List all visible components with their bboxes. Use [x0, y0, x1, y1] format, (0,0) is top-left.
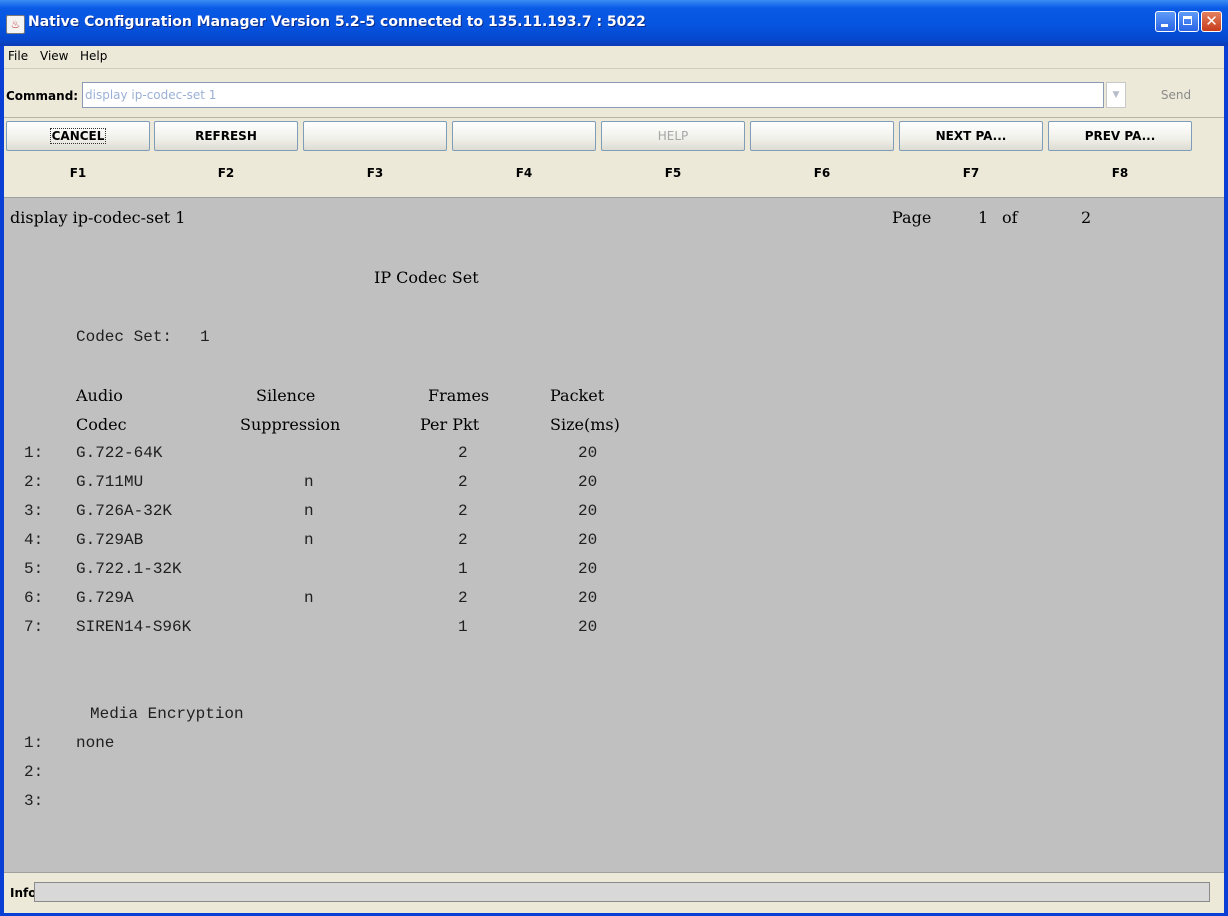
f6-button[interactable] [750, 121, 894, 151]
col-header-per-pkt: Per Pkt [420, 415, 480, 434]
codec-frames: 2 [458, 502, 468, 520]
codec-size: 20 [578, 444, 598, 462]
send-button[interactable]: Send [1130, 82, 1222, 108]
codec-size: 20 [578, 560, 598, 578]
media-encryption-label: Media Encryption [90, 705, 244, 723]
col-header-suppression: Suppression [240, 415, 341, 434]
cancel-button-label: CANCEL [49, 128, 107, 144]
help-button[interactable]: HELP [601, 121, 745, 151]
codec-name: G.726A-32K [76, 502, 173, 520]
window-frame: File View Help Command: display ip-codec… [4, 46, 1224, 913]
codec-frames: 2 [458, 444, 468, 462]
f4-button[interactable] [452, 121, 596, 151]
f6-key-label: F6 [813, 166, 831, 180]
codec-silence: n [304, 589, 314, 607]
codec-frames: 1 [458, 618, 468, 636]
f7-key-label: F7 [962, 166, 980, 180]
codec-size: 20 [578, 618, 598, 636]
codec-name: SIREN14-S96K [76, 618, 192, 636]
minimize-icon [1161, 24, 1168, 27]
maximize-button[interactable] [1178, 11, 1199, 32]
col-header-size: Size(ms) [550, 415, 620, 434]
codec-frames: 2 [458, 531, 468, 549]
f1-key-label: F1 [69, 166, 87, 180]
encryption-row-number: 2: [24, 763, 44, 781]
command-input[interactable]: display ip-codec-set 1 [82, 82, 1104, 108]
command-history-dropdown[interactable]: ▼ [1106, 82, 1126, 108]
command-input-value: display ip-codec-set 1 [85, 88, 217, 102]
minimize-button[interactable] [1155, 11, 1176, 32]
col-header-frames: Frames [428, 386, 490, 405]
command-row: Command: display ip-codec-set 1 ▼ Send [4, 69, 1224, 118]
encryption-value: none [76, 734, 115, 752]
col-header-codec: Codec [76, 415, 127, 434]
codec-size: 20 [578, 589, 598, 607]
f2-key-label: F2 [217, 166, 235, 180]
chevron-down-icon: ▼ [1112, 90, 1120, 100]
function-key-bar: CANCEL REFRESH HELP NEXT PA... PREV PA..… [4, 118, 1224, 196]
title-bar[interactable]: ♨ Native Configuration Manager Version 5… [0, 0, 1228, 46]
encryption-row-number: 1: [24, 734, 44, 752]
codec-name: G.729A [76, 589, 134, 607]
app-window: ♨ Native Configuration Manager Version 5… [0, 0, 1228, 916]
codec-frames: 1 [458, 560, 468, 578]
close-icon: ✕ [1205, 12, 1218, 30]
menu-file[interactable]: File [8, 49, 28, 63]
window-title: Native Configuration Manager Version 5.2… [28, 14, 646, 30]
java-app-icon: ♨ [6, 15, 25, 34]
f3-key-label: F3 [366, 166, 384, 180]
codec-silence: n [304, 473, 314, 491]
codec-frames: 2 [458, 589, 468, 607]
command-label: Command: [6, 89, 79, 103]
codec-row-number: 1: [24, 444, 44, 462]
codec-size: 20 [578, 502, 598, 520]
codec-row-number: 7: [24, 618, 44, 636]
f8-key-label: F8 [1111, 166, 1129, 180]
page-current: 1 [978, 208, 989, 227]
screen-heading: IP Codec Set [374, 268, 479, 287]
cancel-button[interactable]: CANCEL [6, 121, 150, 151]
refresh-button[interactable]: REFRESH [154, 121, 298, 151]
info-field [34, 882, 1210, 902]
codec-row-number: 6: [24, 589, 44, 607]
codec-row-number: 2: [24, 473, 44, 491]
menu-help[interactable]: Help [80, 49, 107, 63]
codec-name: G.722-64K [76, 444, 163, 462]
codec-silence: n [304, 531, 314, 549]
codec-size: 20 [578, 531, 598, 549]
codec-name: G.711MU [76, 473, 144, 491]
codec-row-number: 5: [24, 560, 44, 578]
col-header-packet: Packet [550, 386, 605, 405]
codec-silence: n [304, 502, 314, 520]
next-page-button[interactable]: NEXT PA... [899, 121, 1043, 151]
page-total: 2 [1081, 208, 1092, 227]
col-header-audio: Audio [76, 386, 123, 405]
codec-name: G.722.1-32K [76, 560, 182, 578]
encryption-row-number: 3: [24, 792, 44, 810]
info-bar: Info: [4, 872, 1224, 913]
close-button[interactable]: ✕ [1201, 11, 1222, 32]
prev-page-button[interactable]: PREV PA... [1048, 121, 1192, 151]
maximize-icon [1183, 16, 1192, 25]
codec-set-value: 1 [200, 328, 210, 346]
menu-bar: File View Help [4, 46, 1224, 69]
codec-frames: 2 [458, 473, 468, 491]
codec-row-number: 4: [24, 531, 44, 549]
f3-button[interactable] [303, 121, 447, 151]
codec-set-label: Codec Set: [76, 328, 173, 346]
codec-row-number: 3: [24, 502, 44, 520]
col-header-silence: Silence [256, 386, 316, 405]
f4-key-label: F4 [515, 166, 533, 180]
codec-name: G.729AB [76, 531, 144, 549]
page-label: Page [892, 208, 932, 227]
page-of: of [1002, 208, 1018, 227]
f5-key-label: F5 [664, 166, 682, 180]
command-echo: display ip-codec-set 1 [10, 208, 186, 227]
codec-size: 20 [578, 473, 598, 491]
menu-view[interactable]: View [40, 49, 68, 63]
terminal-screen[interactable]: display ip-codec-set 1 Page 1 of 2 IP Co… [4, 197, 1224, 873]
